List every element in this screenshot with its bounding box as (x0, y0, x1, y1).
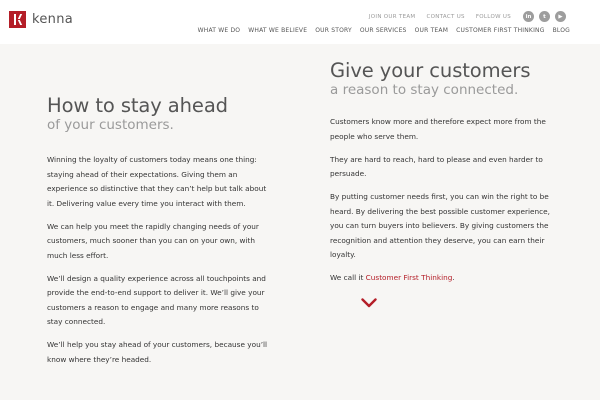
left-paragraph: Winning the loyalty of customers today m… (47, 155, 267, 208)
chevron-down-icon[interactable] (361, 298, 377, 308)
logo[interactable]: kenna (9, 11, 73, 28)
twitter-icon[interactable]: t (539, 11, 550, 22)
customer-first-thinking-link[interactable]: Customer First Thinking (366, 273, 453, 282)
right-subtitle: a reason to stay connected. (330, 82, 519, 98)
social-links: in t ▶ (518, 11, 566, 22)
brand-name: kenna (32, 12, 74, 27)
nav-customer-first-thinking[interactable]: CUSTOMER FIRST THINKING (456, 27, 544, 34)
nav-blog[interactable]: BLOG (553, 27, 570, 34)
left-subtitle: of your customers. (47, 117, 174, 133)
nav-what-we-believe[interactable]: WHAT WE BELIEVE (248, 27, 307, 34)
left-column: How to stay ahead of your customers. Win… (47, 95, 272, 367)
right-paragraph: Customers know more and therefore expect… (330, 117, 546, 141)
kenna-logo-mark-icon (9, 11, 26, 28)
left-paragraph: We’ll design a quality experience across… (47, 273, 266, 327)
site-header: kenna JOIN OUR TEAM CONTACT US FOLLOW US… (0, 0, 600, 44)
nav-our-team[interactable]: OUR TEAM (415, 27, 449, 34)
right-column: Give your customers a reason to stay con… (330, 60, 555, 286)
youtube-icon[interactable]: ▶ (555, 11, 566, 22)
left-paragraph: We’ll help you stay ahead of your custom… (47, 340, 268, 364)
main-nav: WHAT WE DO WHAT WE BELIEVE OUR STORY OUR… (198, 27, 570, 34)
nav-what-we-do[interactable]: WHAT WE DO (198, 27, 241, 34)
cta-suffix: . (452, 273, 455, 282)
nav-our-services[interactable]: OUR SERVICES (360, 27, 407, 34)
follow-us-label: FOLLOW US (475, 13, 511, 20)
right-paragraph: By putting customer needs first, you can… (330, 192, 550, 259)
cta-paragraph: We call it Customer First Thinking. (330, 271, 555, 286)
left-paragraph: We can help you meet the rapidly changin… (47, 221, 259, 260)
nav-our-story[interactable]: OUR STORY (315, 27, 352, 34)
right-title: Give your customers (330, 59, 531, 82)
right-paragraph: They are hard to reach, hard to please a… (330, 154, 543, 179)
contact-us-link[interactable]: CONTACT US (426, 14, 464, 20)
linkedin-icon[interactable]: in (523, 11, 534, 22)
join-our-team-link[interactable]: JOIN OUR TEAM (369, 14, 416, 20)
left-title: How to stay ahead (47, 94, 228, 117)
cta-prefix: We call it (330, 273, 366, 282)
utility-nav: JOIN OUR TEAM CONTACT US FOLLOW US in t … (369, 11, 566, 22)
